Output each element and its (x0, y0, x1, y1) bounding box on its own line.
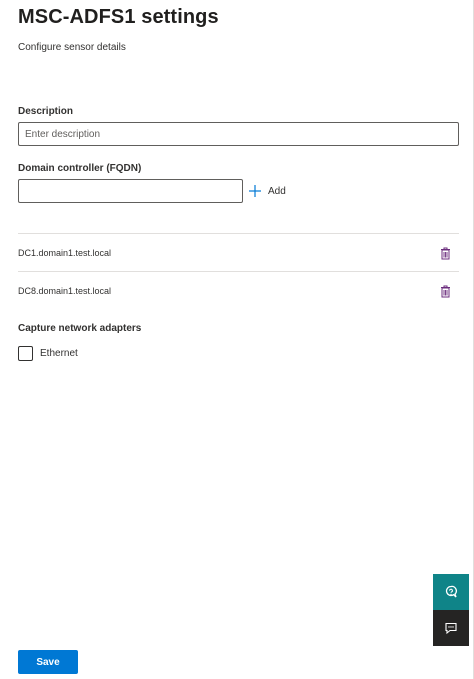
plus-icon (249, 185, 261, 197)
ethernet-checkbox-row[interactable]: Ethernet (18, 346, 78, 361)
add-label: Add (268, 185, 286, 197)
add-domain-controller-button[interactable]: Add (248, 181, 286, 201)
trash-icon[interactable] (437, 283, 453, 299)
sensor-settings-panel: MSC-ADFS1 settings Configure sensor deta… (0, 0, 474, 679)
domain-controller-name: DC1.domain1.test.local (18, 248, 112, 258)
page-title: MSC-ADFS1 settings (18, 6, 219, 28)
save-button[interactable]: Save (18, 650, 78, 674)
feedback-icon (445, 622, 457, 635)
domain-controller-row: DC1.domain1.test.local (18, 234, 459, 272)
page-subtitle: Configure sensor details (18, 42, 126, 53)
help-chat-icon (445, 585, 457, 598)
ethernet-label: Ethernet (40, 348, 78, 359)
description-input[interactable] (18, 122, 459, 146)
help-button[interactable] (433, 574, 469, 610)
trash-icon[interactable] (437, 245, 453, 261)
domain-controller-input[interactable] (18, 179, 243, 203)
network-adapters-label: Capture network adapters (18, 323, 142, 334)
domain-controller-name: DC8.domain1.test.local (18, 286, 112, 296)
ethernet-checkbox[interactable] (18, 346, 33, 361)
domain-controller-row: DC8.domain1.test.local (18, 272, 459, 310)
feedback-button[interactable] (433, 610, 469, 646)
description-label: Description (18, 106, 74, 117)
domain-controller-label: Domain controller (FQDN) (18, 163, 142, 174)
